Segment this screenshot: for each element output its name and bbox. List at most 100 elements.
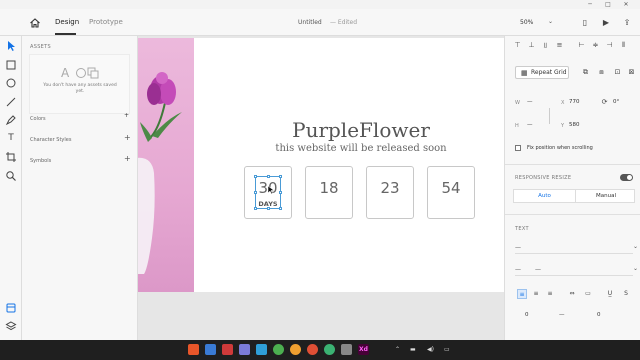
taskbar-app-1[interactable]: [188, 344, 199, 355]
share-icon[interactable]: ⇪: [622, 18, 632, 28]
y-field[interactable]: 580: [569, 122, 580, 128]
divider: [505, 164, 640, 165]
taskbar-app-10[interactable]: [341, 344, 352, 355]
repeat-grid-button[interactable]: ▦ Repeat Grid: [515, 66, 569, 79]
boolean-add-icon[interactable]: ⧉: [581, 68, 590, 77]
resize-handle[interactable]: [254, 207, 257, 210]
assets-symbols-label: Symbols: [30, 158, 52, 164]
play-icon[interactable]: ▶: [601, 18, 611, 28]
character-spacing-field[interactable]: 0: [525, 312, 529, 318]
countdown-hours-box[interactable]: 18: [305, 166, 353, 219]
resize-handle[interactable]: [267, 175, 270, 178]
chevron-down-icon[interactable]: ⌄: [633, 265, 638, 272]
chevron-down-icon[interactable]: ⌄: [633, 243, 638, 250]
top-toolbar: Design Prototype Untitled — Edited 50% ⌄…: [0, 9, 640, 36]
text-align-left-icon[interactable]: ≡: [517, 289, 527, 299]
resize-handle[interactable]: [279, 191, 282, 194]
tray-chevron-icon[interactable]: ⌃: [395, 346, 400, 353]
taskbar-app-2[interactable]: [205, 344, 216, 355]
brand-title[interactable]: PurpleFlower: [200, 118, 522, 142]
align-top-icon[interactable]: ⊤: [513, 41, 522, 50]
assets-icon[interactable]: [5, 302, 17, 314]
resize-handle[interactable]: [279, 175, 282, 178]
mobile-preview-icon[interactable]: ▯: [580, 18, 590, 28]
rectangle-tool-icon[interactable]: [5, 59, 17, 71]
pen-tool-icon[interactable]: [5, 114, 17, 126]
tab-design[interactable]: Design: [55, 18, 79, 26]
rotation-field[interactable]: 0°: [613, 99, 619, 105]
design-canvas[interactable]: PurpleFlower this website will be releas…: [138, 36, 504, 340]
select-tool-icon[interactable]: [5, 40, 17, 52]
font-family-dropdown[interactable]: —: [515, 244, 521, 251]
distribute-vertical-icon[interactable]: ≡: [555, 41, 564, 50]
taskbar-app-7[interactable]: [290, 344, 301, 355]
height-field[interactable]: —: [527, 122, 533, 128]
text-underline-icon[interactable]: U̲: [605, 289, 615, 299]
layers-icon[interactable]: [5, 320, 17, 332]
width-label: W: [515, 100, 520, 106]
home-icon[interactable]: [29, 17, 41, 29]
taskbar-app-6[interactable]: [273, 344, 284, 355]
taskbar-app-4[interactable]: [239, 344, 250, 355]
line-tool-icon[interactable]: [5, 96, 17, 108]
resize-manual-option[interactable]: Manual: [575, 190, 636, 202]
countdown-seconds-box[interactable]: 54: [427, 166, 475, 219]
width-field[interactable]: —: [527, 99, 533, 105]
boolean-intersect-icon[interactable]: ⊡: [613, 68, 622, 77]
countdown-minutes-box[interactable]: 23: [366, 166, 414, 219]
resize-handle[interactable]: [254, 175, 257, 178]
line-spacing-field[interactable]: —: [559, 312, 565, 318]
paragraph-spacing-field[interactable]: 0: [597, 312, 601, 318]
text-align-center-icon[interactable]: ≡: [531, 289, 541, 299]
volume-icon[interactable]: ◀): [427, 346, 434, 353]
artboard[interactable]: PurpleFlower this website will be releas…: [138, 38, 504, 292]
align-middle-icon[interactable]: ⊥: [527, 41, 536, 50]
taskbar-app-3[interactable]: [222, 344, 233, 355]
countdown-minutes-value: 23: [380, 179, 400, 197]
text-autowidth-icon[interactable]: ⇔: [567, 289, 577, 299]
resize-handle[interactable]: [254, 191, 257, 194]
document-title: Untitled: [298, 19, 322, 26]
flower-photo[interactable]: [138, 38, 194, 292]
boolean-subtract-icon[interactable]: ⧈: [597, 68, 606, 77]
distribute-horizontal-icon[interactable]: ⦀: [619, 41, 628, 50]
battery-icon[interactable]: ▬: [410, 346, 416, 353]
align-center-icon[interactable]: ≑: [591, 41, 600, 50]
maximize-window-button[interactable]: □: [598, 0, 618, 9]
text-strike-icon[interactable]: S: [621, 289, 631, 299]
x-field[interactable]: 770: [569, 99, 580, 105]
align-left-icon[interactable]: ⊢: [577, 41, 586, 50]
minimize-window-button[interactable]: ─: [580, 0, 600, 9]
close-window-button[interactable]: ✕: [616, 0, 636, 9]
dropdown-underline: [515, 275, 633, 276]
align-bottom-icon[interactable]: ⫫: [541, 41, 550, 50]
responsive-resize-toggle[interactable]: [620, 174, 633, 181]
font-weight-dropdown[interactable]: —: [535, 266, 541, 273]
tagline-text[interactable]: this website will be released soon: [200, 143, 522, 154]
chevron-down-icon[interactable]: ⌄: [548, 18, 553, 25]
text-tool-icon[interactable]: T: [5, 132, 17, 144]
zoom-level[interactable]: 50%: [520, 19, 533, 26]
text-fixed-icon[interactable]: ▭: [583, 289, 593, 299]
add-character-style-button[interactable]: +: [124, 133, 131, 142]
align-right-icon[interactable]: ⊣: [605, 41, 614, 50]
fix-position-checkbox[interactable]: [515, 145, 521, 151]
taskbar-app-xd[interactable]: Xd: [358, 344, 369, 355]
window-titlebar: ─ □ ✕: [0, 0, 640, 9]
resize-handle[interactable]: [267, 207, 270, 210]
font-size-dropdown[interactable]: —: [515, 266, 521, 273]
ellipse-tool-icon[interactable]: [5, 77, 17, 89]
add-color-button[interactable]: +: [124, 112, 129, 119]
taskbar-app-8[interactable]: [307, 344, 318, 355]
resize-handle[interactable]: [279, 207, 282, 210]
tab-prototype[interactable]: Prototype: [89, 18, 123, 26]
add-symbol-button[interactable]: +: [124, 154, 131, 163]
notification-icon[interactable]: ▭: [444, 346, 450, 353]
resize-auto-option[interactable]: Auto: [514, 190, 575, 202]
boolean-exclude-icon[interactable]: ⊠: [627, 68, 636, 77]
artboard-tool-icon[interactable]: [5, 151, 17, 163]
text-align-right-icon[interactable]: ≡: [545, 289, 555, 299]
taskbar-app-5[interactable]: [256, 344, 267, 355]
taskbar-app-9[interactable]: [324, 344, 335, 355]
zoom-tool-icon[interactable]: [5, 170, 17, 182]
